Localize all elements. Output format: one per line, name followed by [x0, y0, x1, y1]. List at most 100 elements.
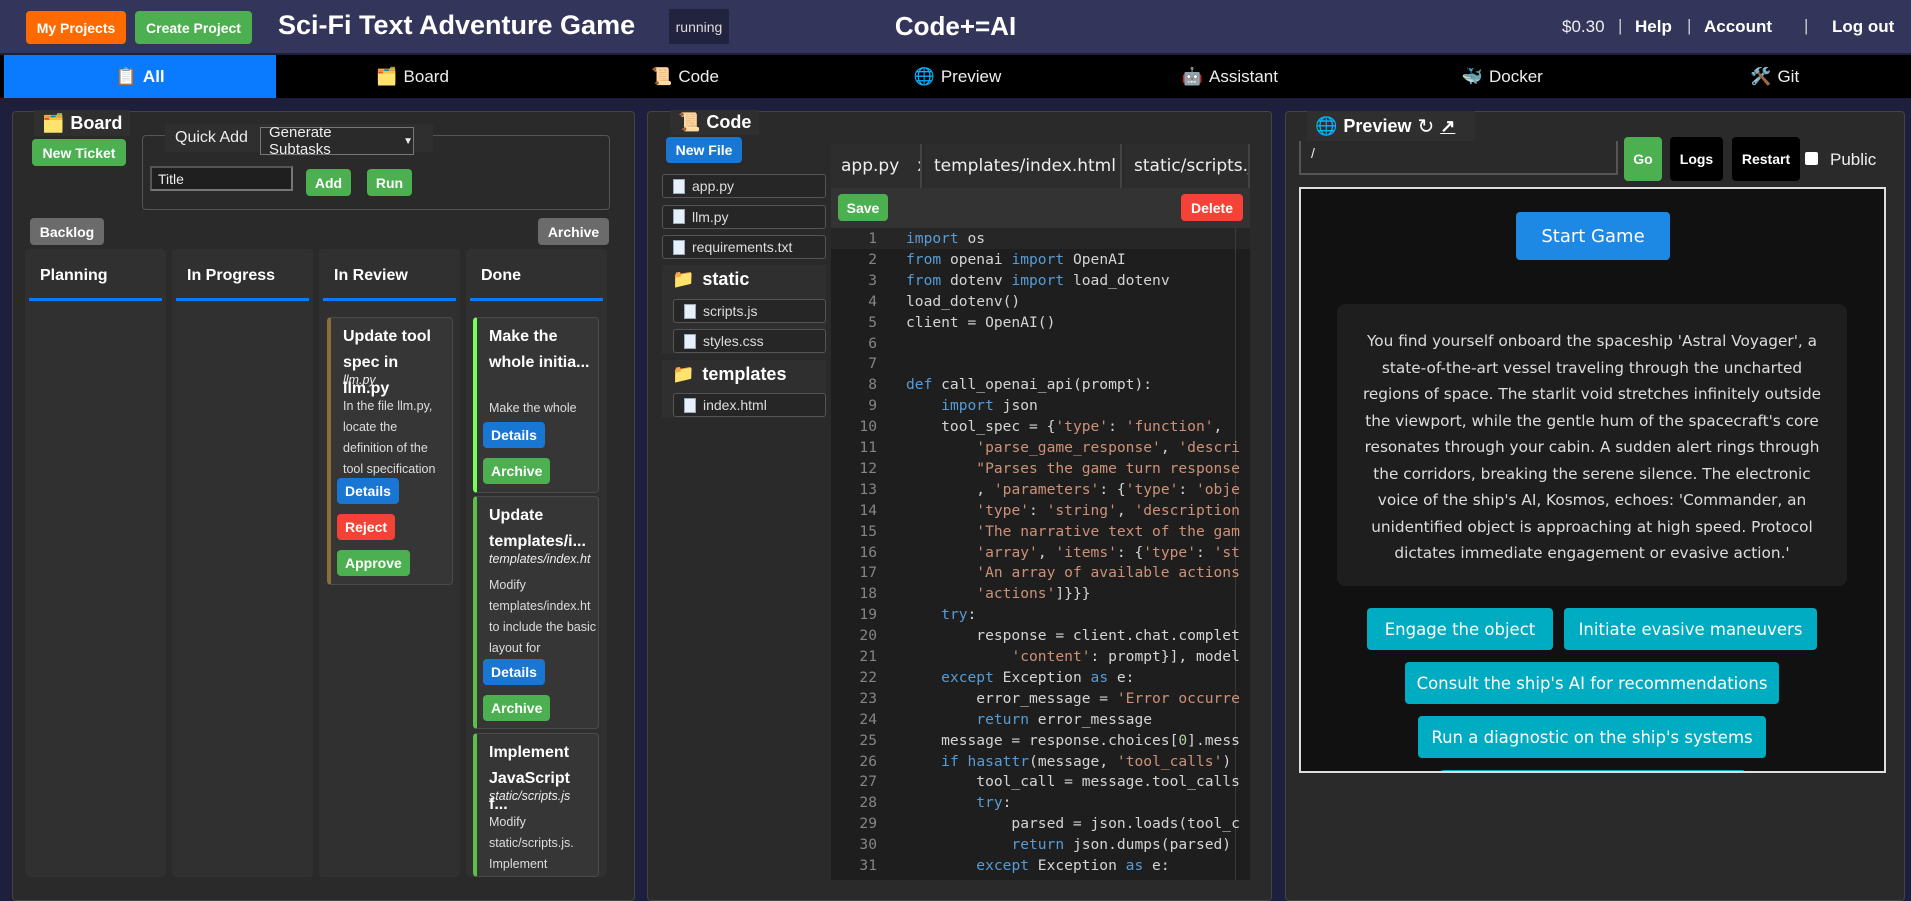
- code-token: response = client.chat.complet: [906, 627, 1240, 645]
- archive-button[interactable]: Archive: [538, 218, 609, 245]
- folder-header[interactable]: 📁 templates: [672, 364, 786, 385]
- file-icon: [684, 333, 696, 349]
- tab-close-icon[interactable]: x: [917, 156, 920, 176]
- preview-tab-icon: 🌐: [913, 66, 935, 86]
- code-token: :: [967, 606, 977, 624]
- file-item[interactable]: scripts.js: [673, 299, 826, 323]
- tab-all[interactable]: 📋 All: [4, 55, 277, 98]
- start-game-button[interactable]: Start Game: [1516, 212, 1670, 260]
- reject-button[interactable]: Reject: [337, 514, 396, 540]
- new-ticket-button[interactable]: New Ticket: [32, 139, 126, 166]
- code-token: return: [1011, 836, 1065, 854]
- code-token: :: [1029, 501, 1047, 519]
- code-token: : {: [1116, 543, 1144, 561]
- open-external-icon[interactable]: ↗: [1440, 116, 1455, 137]
- file-item[interactable]: styles.css: [673, 329, 826, 353]
- code-token: "Parses the game turn response: [976, 459, 1240, 477]
- editor-tab-0[interactable]: app.py x: [831, 144, 922, 188]
- tab-code[interactable]: 📜 Code: [549, 55, 821, 98]
- code-token: ,: [906, 480, 994, 498]
- line-number: 5: [868, 313, 877, 331]
- logout-link[interactable]: Log out: [1832, 17, 1894, 37]
- choice-button[interactable]: Consult the ship's AI for recommendation…: [1405, 662, 1779, 704]
- ticket-card[interactable]: Implement JavaScript f... static/scripts.…: [473, 733, 599, 877]
- public-checkbox[interactable]: [1805, 152, 1818, 165]
- choice-button[interactable]: Engage the object: [1367, 608, 1553, 650]
- code-line: try:: [906, 604, 976, 625]
- code-token: 'parameters': [993, 480, 1100, 498]
- globe-icon: 🌐: [1315, 115, 1338, 136]
- choice-button[interactable]: Initiate evasive maneuvers: [1564, 608, 1817, 650]
- code-editor[interactable]: 1 import os 2 from openai import OpenAI 3 fro…: [831, 228, 1250, 880]
- code-token: : prompt}], model: [1090, 648, 1240, 665]
- approve-button[interactable]: Approve: [337, 550, 410, 576]
- reload-icon[interactable]: ↻: [1417, 114, 1434, 139]
- tab-preview[interactable]: 🌐 Preview: [821, 55, 1093, 98]
- quick-add-mode-select[interactable]: Generate Subtasks ▼: [260, 124, 414, 158]
- code-token: OpenAI: [1064, 250, 1126, 268]
- restart-button[interactable]: Restart: [1732, 137, 1800, 181]
- details-button[interactable]: Details: [483, 659, 545, 685]
- file-item[interactable]: app.py: [662, 174, 826, 198]
- file-item[interactable]: requirements.txt: [662, 235, 826, 259]
- quick-add-title-input[interactable]: Title: [150, 166, 293, 191]
- tab-git[interactable]: 🛠️ Git: [1639, 55, 1911, 98]
- delete-button[interactable]: Delete: [1181, 194, 1243, 221]
- line-number: 22: [859, 668, 877, 686]
- go-button[interactable]: Go: [1624, 137, 1662, 181]
- code-token: message = response.choices[: [906, 731, 1179, 749]
- code-token: 0: [1178, 731, 1188, 749]
- code-token: ,: [1160, 439, 1179, 456]
- code-line: parsed = json.loads(tool_c: [906, 813, 1240, 834]
- add-button[interactable]: Add: [306, 169, 351, 196]
- editor-tab-1[interactable]: templates/index.htmlx: [924, 144, 1122, 188]
- code-line: try:: [906, 792, 1011, 813]
- line-number: 1: [868, 230, 877, 247]
- file-item[interactable]: llm.py: [662, 204, 826, 229]
- tab-label: Code: [678, 66, 719, 86]
- archive-button[interactable]: Archive: [483, 458, 551, 484]
- help-link[interactable]: Help: [1635, 17, 1672, 37]
- file-icon: [673, 239, 685, 255]
- board-tab-icon: 🗂️: [376, 66, 398, 86]
- code-line: import os: [906, 228, 985, 249]
- preview-url-input[interactable]: /: [1299, 141, 1618, 175]
- line-number: 23: [859, 689, 877, 707]
- details-button[interactable]: Details: [337, 478, 399, 504]
- file-item[interactable]: index.html: [673, 393, 826, 417]
- choice-button[interactable]: Run a diagnostic on the ship's systems: [1418, 716, 1766, 758]
- ticket-card[interactable]: Make the whole initia...Make the whole i…: [473, 317, 599, 493]
- new-file-button[interactable]: New File: [666, 137, 742, 163]
- folder-header[interactable]: 📁 static: [672, 269, 749, 290]
- tab-assistant[interactable]: 🤖 Assistant: [1094, 55, 1366, 98]
- code-token: 'The narrative text of the gam: [976, 522, 1240, 540]
- tab-label: Git: [1777, 66, 1800, 86]
- code-token: as: [1090, 668, 1109, 686]
- choice-button-partial[interactable]: [1440, 770, 1746, 771]
- code-token: except: [941, 668, 994, 686]
- logs-button[interactable]: Logs: [1670, 137, 1723, 181]
- archive-button[interactable]: Archive: [483, 695, 551, 721]
- details-button[interactable]: Details: [483, 422, 545, 448]
- account-link[interactable]: Account: [1704, 17, 1772, 37]
- ticket-card[interactable]: Update templates/i... templates/index.ht M…: [473, 496, 599, 729]
- tab-docker[interactable]: 🐳 Docker: [1366, 55, 1638, 98]
- file-icon: [684, 397, 696, 413]
- board-icon: 🗂️: [42, 112, 65, 133]
- code-token: 'type': [1055, 418, 1109, 436]
- code-line: message = response.choices[0].mess: [906, 730, 1240, 751]
- code-token: parsed = json.loads(tool_c: [906, 815, 1240, 833]
- editor-tab-2[interactable]: static/scripts.js: [1124, 144, 1250, 188]
- backlog-button[interactable]: Backlog: [30, 218, 104, 245]
- tab-board[interactable]: 🗂️ Board: [276, 55, 548, 98]
- code-token: hasattr: [967, 752, 1030, 770]
- run-button[interactable]: Run: [367, 169, 412, 196]
- code-token: error_message =: [906, 689, 1117, 707]
- column-header: In Review: [334, 267, 408, 284]
- save-button[interactable]: Save: [838, 194, 888, 221]
- code-token: if: [941, 752, 959, 770]
- ticket-card[interactable]: Update tool spec in llm.py llm.py In the f…: [327, 317, 453, 585]
